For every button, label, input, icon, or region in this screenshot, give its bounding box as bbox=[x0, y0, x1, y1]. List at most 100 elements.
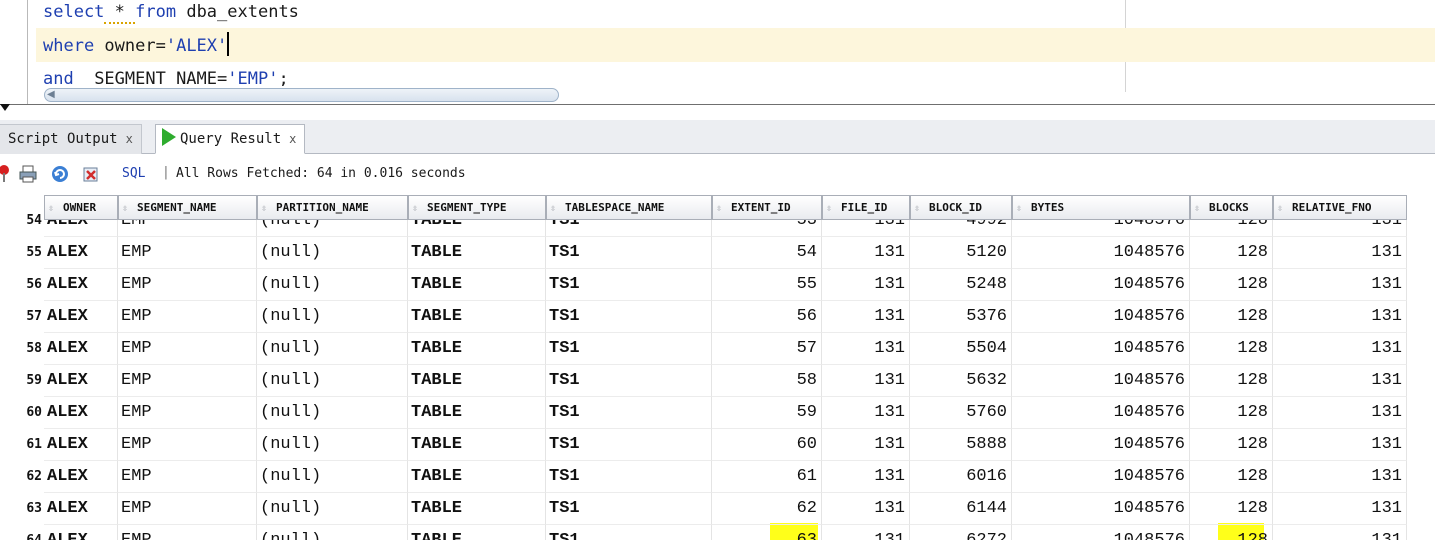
cell-segment-type[interactable]: TABLE bbox=[408, 365, 546, 397]
cell-partition-name[interactable]: (null) bbox=[257, 365, 408, 397]
cell-tablespace-name[interactable]: TS1 bbox=[546, 237, 712, 269]
cell-block-id[interactable]: 6016 bbox=[910, 461, 1012, 493]
collapse-arrow-icon[interactable] bbox=[0, 104, 10, 111]
row-number[interactable]: 59 bbox=[0, 365, 44, 397]
export-icon[interactable] bbox=[81, 164, 101, 184]
table-row[interactable]: 57 ALEX EMP (null) TABLE TS1 56 131 5376 1048576 1… bbox=[0, 301, 1435, 333]
cell-blocks[interactable]: 128 bbox=[1190, 237, 1273, 269]
cell-bytes[interactable]: 1048576 bbox=[1012, 493, 1190, 525]
row-number[interactable]: 60 bbox=[0, 397, 44, 429]
cell-file-id[interactable]: 131 bbox=[822, 365, 910, 397]
cell-owner[interactable]: ALEX bbox=[44, 461, 118, 493]
cell-block-id[interactable]: 5760 bbox=[910, 397, 1012, 429]
cell-block-id[interactable]: 5120 bbox=[910, 237, 1012, 269]
cell-relative-fno[interactable]: 131 bbox=[1273, 525, 1407, 540]
cell-bytes[interactable]: 1048576 bbox=[1012, 269, 1190, 301]
cell-segment-type[interactable]: TABLE bbox=[408, 269, 546, 301]
cell-blocks[interactable]: 128 bbox=[1190, 493, 1273, 525]
cell-partition-name[interactable]: (null) bbox=[257, 397, 408, 429]
cell-segment-name[interactable]: EMP bbox=[118, 365, 257, 397]
cell-extent-id[interactable]: 58 bbox=[712, 365, 822, 397]
cell-blocks[interactable]: 128 bbox=[1190, 365, 1273, 397]
sort-icon[interactable]: ⇳ bbox=[826, 197, 838, 219]
cell-segment-name[interactable]: EMP bbox=[118, 493, 257, 525]
cell-relative-fno[interactable]: 131 bbox=[1273, 397, 1407, 429]
cell-segment-name[interactable]: EMP bbox=[118, 429, 257, 461]
cell-file-id[interactable]: 131 bbox=[822, 493, 910, 525]
horizontal-scrollbar-thumb[interactable] bbox=[44, 88, 559, 102]
sort-icon[interactable]: ⇳ bbox=[1016, 197, 1028, 219]
tab-script-output[interactable]: Script Output x bbox=[0, 124, 142, 154]
cell-relative-fno[interactable]: 131 bbox=[1273, 493, 1407, 525]
cell-blocks[interactable]: 128 bbox=[1190, 301, 1273, 333]
table-row[interactable]: 58 ALEX EMP (null) TABLE TS1 57 131 5504 1048576 1… bbox=[0, 333, 1435, 365]
cell-blocks[interactable]: 128 bbox=[1190, 333, 1273, 365]
scroll-left-arrow-icon[interactable]: ◀ bbox=[47, 89, 55, 100]
sort-icon[interactable]: ⇳ bbox=[914, 197, 926, 219]
cell-file-id[interactable]: 131 bbox=[822, 301, 910, 333]
close-icon[interactable]: x bbox=[126, 132, 133, 146]
column-header-blocks[interactable]: ⇳ BLOCKS bbox=[1190, 195, 1273, 220]
sort-icon[interactable]: ⇳ bbox=[412, 197, 424, 219]
table-row[interactable]: 56 ALEX EMP (null) TABLE TS1 55 131 5248 1048576 1… bbox=[0, 269, 1435, 301]
row-number[interactable]: 61 bbox=[0, 429, 44, 461]
cell-blocks[interactable]: 128 bbox=[1190, 397, 1273, 429]
sort-icon[interactable]: ⇳ bbox=[550, 197, 562, 219]
cell-blocks[interactable]: 128 bbox=[1190, 461, 1273, 493]
cell-segment-type[interactable]: TABLE bbox=[408, 429, 546, 461]
cell-block-id[interactable]: 5248 bbox=[910, 269, 1012, 301]
column-header-relative-fno[interactable]: ⇳ RELATIVE_FNO bbox=[1273, 195, 1407, 220]
cell-partition-name[interactable]: (null) bbox=[257, 333, 408, 365]
cell-blocks[interactable]: 128 bbox=[1190, 269, 1273, 301]
column-header-segment-type[interactable]: ⇳ SEGMENT_TYPE bbox=[408, 195, 546, 220]
cell-block-id[interactable]: 6272 bbox=[910, 525, 1012, 540]
cell-tablespace-name[interactable]: TS1 bbox=[546, 333, 712, 365]
cell-partition-name[interactable]: (null) bbox=[257, 429, 408, 461]
refresh-icon[interactable] bbox=[50, 164, 70, 184]
cell-segment-type[interactable]: TABLE bbox=[408, 525, 546, 540]
cell-segment-name[interactable]: EMP bbox=[118, 269, 257, 301]
close-icon[interactable]: x bbox=[289, 132, 296, 146]
pin-icon[interactable] bbox=[0, 164, 14, 184]
cell-tablespace-name[interactable]: TS1 bbox=[546, 461, 712, 493]
cell-file-id[interactable]: 131 bbox=[822, 333, 910, 365]
cell-owner[interactable]: ALEX bbox=[44, 429, 118, 461]
row-number[interactable]: 64 bbox=[0, 525, 44, 540]
cell-tablespace-name[interactable]: TS1 bbox=[546, 301, 712, 333]
cell-blocks[interactable]: 128 bbox=[1190, 429, 1273, 461]
cell-segment-type[interactable]: TABLE bbox=[408, 301, 546, 333]
sort-icon[interactable]: ⇳ bbox=[122, 197, 134, 219]
cell-relative-fno[interactable]: 131 bbox=[1273, 461, 1407, 493]
cell-owner[interactable]: ALEX bbox=[44, 525, 118, 540]
cell-tablespace-name[interactable]: TS1 bbox=[546, 365, 712, 397]
sort-icon[interactable]: ⇳ bbox=[716, 197, 728, 219]
cell-extent-id[interactable]: 54 bbox=[712, 237, 822, 269]
cell-extent-id[interactable]: 61 bbox=[712, 461, 822, 493]
cell-bytes[interactable]: 1048576 bbox=[1012, 237, 1190, 269]
column-header-block-id[interactable]: ⇳ BLOCK_ID bbox=[910, 195, 1012, 220]
cell-relative-fno[interactable]: 131 bbox=[1273, 269, 1407, 301]
cell-block-id[interactable]: 5504 bbox=[910, 333, 1012, 365]
column-header-owner[interactable]: ⇳ OWNER bbox=[44, 195, 118, 220]
cell-segment-name[interactable]: EMP bbox=[118, 461, 257, 493]
cell-bytes[interactable]: 1048576 bbox=[1012, 397, 1190, 429]
cell-partition-name[interactable]: (null) bbox=[257, 493, 408, 525]
row-number[interactable]: 55 bbox=[0, 237, 44, 269]
cell-file-id[interactable]: 131 bbox=[822, 269, 910, 301]
cell-tablespace-name[interactable]: TS1 bbox=[546, 493, 712, 525]
column-header-extent-id[interactable]: ⇳ EXTENT_ID bbox=[712, 195, 822, 220]
cell-segment-name[interactable]: EMP bbox=[118, 237, 257, 269]
cell-extent-id[interactable]: 63 bbox=[712, 525, 822, 540]
table-row[interactable]: 55 ALEX EMP (null) TABLE TS1 54 131 5120 1048576 1… bbox=[0, 237, 1435, 269]
result-grid[interactable]: ⇳ OWNER ⇳ SEGMENT_NAME ⇳ PARTITION_NAME ⇳ SEGME… bbox=[0, 195, 1435, 540]
cell-partition-name[interactable]: (null) bbox=[257, 301, 408, 333]
cell-relative-fno[interactable]: 131 bbox=[1273, 429, 1407, 461]
sort-icon[interactable]: ⇳ bbox=[1194, 197, 1206, 219]
cell-file-id[interactable]: 131 bbox=[822, 525, 910, 540]
cell-relative-fno[interactable]: 131 bbox=[1273, 333, 1407, 365]
column-header-partition-name[interactable]: ⇳ PARTITION_NAME bbox=[257, 195, 408, 220]
cell-partition-name[interactable]: (null) bbox=[257, 461, 408, 493]
cell-blocks[interactable]: 128 bbox=[1190, 525, 1273, 540]
cell-bytes[interactable]: 1048576 bbox=[1012, 301, 1190, 333]
cell-owner[interactable]: ALEX bbox=[44, 333, 118, 365]
